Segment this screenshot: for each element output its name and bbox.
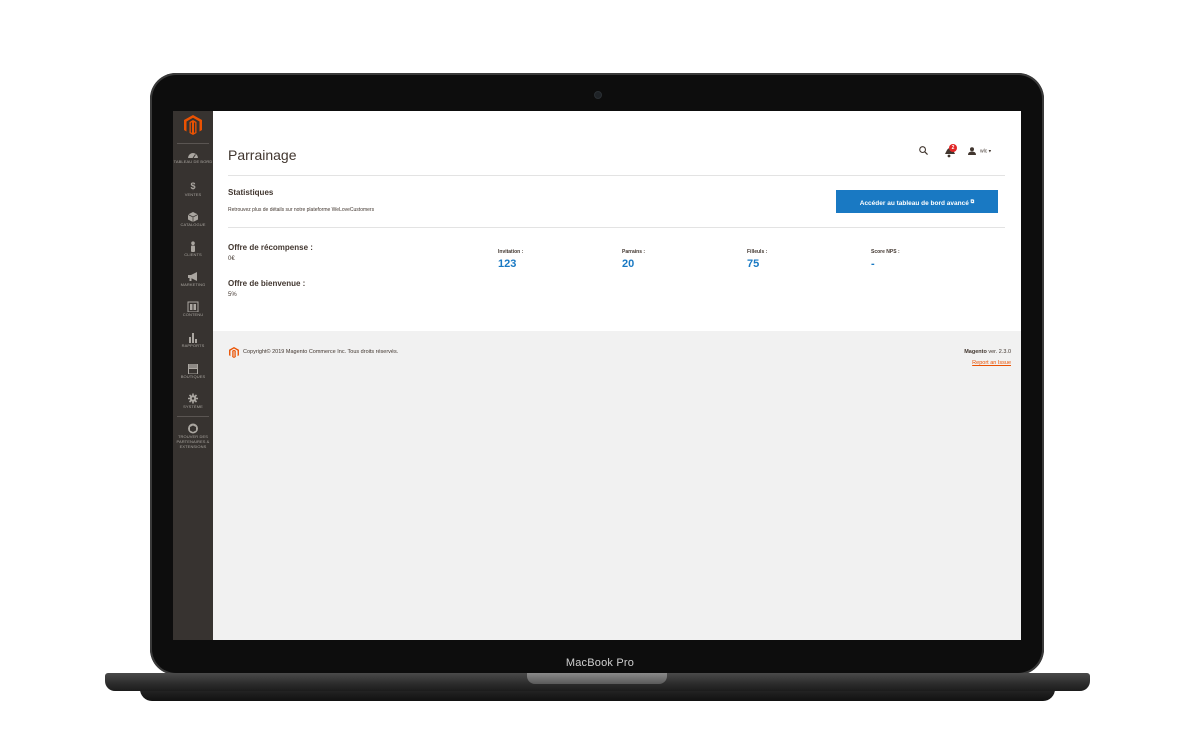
- stat-referrals-value: 75: [747, 258, 760, 270]
- nav-label: RAPPORTS: [181, 343, 205, 348]
- nav-item-partners[interactable]: TROUVER DES PARTENAIRES & EXTENSIONS: [173, 423, 213, 449]
- footer-version-number: ver. 2.3.0: [986, 349, 1011, 355]
- sidebar-divider: [177, 416, 209, 417]
- divider: [228, 227, 1005, 228]
- user-menu[interactable]: wlc ▾: [968, 147, 991, 155]
- person-icon: [191, 241, 195, 252]
- store-icon: [188, 364, 198, 374]
- nav-item-system[interactable]: SYSTÈME: [173, 393, 213, 409]
- nav-item-reports[interactable]: RAPPORTS: [173, 332, 213, 348]
- nav-item-dashboard[interactable]: TABLEAU DE BORD: [173, 149, 213, 164]
- user-name: wlc: [980, 148, 988, 155]
- reward-offer-value: 0€: [228, 256, 235, 262]
- nav-label: VENTES: [184, 192, 202, 197]
- gear-icon: [188, 393, 198, 404]
- nav-label: TABLEAU DE BORD: [173, 159, 213, 164]
- nav-label: SYSTÈME: [183, 404, 203, 409]
- screen: TABLEAU DE BORD $ VENTES CATALOGUE CLIEN…: [173, 111, 1021, 640]
- device-label: MacBook Pro: [565, 657, 635, 669]
- nav-label: BOUTIQUES: [180, 374, 206, 379]
- section-subtitle: Retrouvez plus de détails sur notre plat…: [228, 207, 375, 213]
- nav-label: CONTENU: [182, 312, 204, 317]
- search-icon[interactable]: [919, 146, 928, 155]
- stat-referrals-label: Filleuls :: [747, 249, 768, 255]
- stat-sponsors-value: 20: [622, 258, 635, 270]
- bar-chart-icon: [189, 333, 197, 343]
- divider: [228, 175, 1005, 176]
- box-icon: [188, 423, 198, 434]
- stat-nps-value: -: [871, 258, 875, 270]
- nav-item-sales[interactable]: $ VENTES: [173, 181, 213, 197]
- sidebar-divider: [177, 143, 209, 144]
- cube-icon: [187, 212, 199, 222]
- advanced-dashboard-button[interactable]: Accéder au tableau de bord avancé ⧉: [836, 190, 998, 213]
- laptop-notch: [527, 673, 667, 684]
- welcome-offer-label: Offre de bienvenue :: [228, 279, 306, 288]
- nav-label: TROUVER DES PARTENAIRES & EXTENSIONS: [176, 434, 210, 449]
- footer-version: Magento ver. 2.3.0: [964, 349, 1011, 355]
- page-title: Parrainage: [228, 147, 297, 163]
- nav-item-stores[interactable]: BOUTIQUES: [173, 363, 213, 379]
- stat-invitation-label: Invitation :: [498, 249, 524, 255]
- footer-copyright: Copyright© 2019 Magento Commerce Inc. To…: [243, 349, 399, 355]
- nav-item-marketing[interactable]: MARKETING: [173, 271, 213, 287]
- dollar-icon: $: [190, 181, 196, 191]
- admin-sidebar: TABLEAU DE BORD $ VENTES CATALOGUE CLIEN…: [173, 111, 213, 640]
- dashboard-icon: [188, 153, 198, 159]
- section-title: Statistiques: [228, 188, 274, 197]
- nav-item-content[interactable]: CONTENU: [173, 301, 213, 317]
- nav-label: CATALOGUE: [180, 222, 206, 227]
- footer-brand: Magento: [964, 349, 987, 355]
- report-issue-link[interactable]: Report an Issue: [972, 360, 1011, 366]
- magento-logo[interactable]: [184, 115, 202, 135]
- nav-item-customers[interactable]: CLIENTS: [173, 241, 213, 257]
- chevron-down-icon: ▾: [988, 148, 992, 155]
- page-content: Parrainage 2 wlc ▾ Statistiques Retrouve…: [213, 111, 1021, 331]
- notification-badge: 2: [949, 144, 957, 152]
- button-label: Accéder au tableau de bord avancé: [859, 200, 969, 207]
- nav-label: MARKETING: [180, 282, 206, 287]
- camera: [594, 91, 602, 99]
- megaphone-icon: [188, 272, 197, 281]
- layout-icon: [187, 301, 199, 312]
- user-icon: [968, 147, 976, 155]
- stat-nps-label: Score NPS :: [871, 249, 900, 255]
- welcome-offer-value: 5%: [228, 292, 237, 298]
- reward-offer-label: Offre de récompense :: [228, 243, 313, 252]
- nav-item-catalog[interactable]: CATALOGUE: [173, 211, 213, 227]
- magento-footer-logo: [229, 347, 239, 358]
- stat-sponsors-label: Parrains :: [622, 249, 646, 255]
- nav-label: CLIENTS: [184, 252, 202, 257]
- external-link-icon: ⧉: [970, 199, 975, 205]
- stat-invitation-value: 123: [498, 258, 517, 270]
